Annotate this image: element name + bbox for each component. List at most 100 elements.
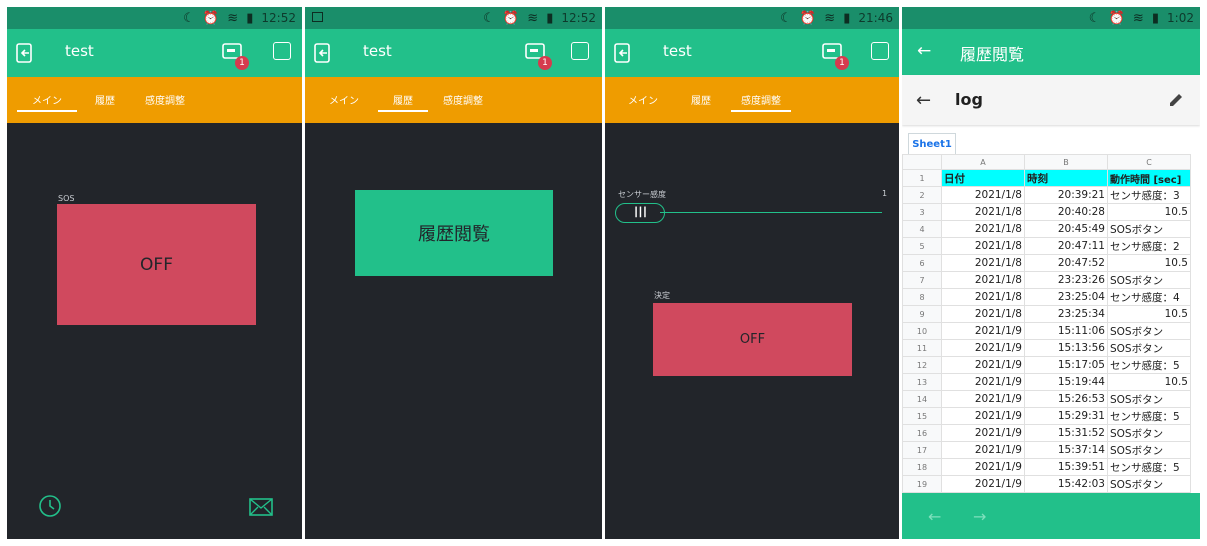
sheet-tab[interactable]: Sheet1 (908, 133, 956, 154)
table-cell[interactable]: 2021/1/8 (941, 305, 1025, 323)
column-header[interactable]: C (1107, 154, 1191, 170)
table-cell[interactable]: 2021/1/8 (941, 203, 1025, 221)
exit-icon[interactable] (16, 42, 34, 64)
table-cell[interactable]: 15:39:51 (1024, 458, 1108, 476)
back-arrow-icon[interactable]: ← (916, 90, 931, 111)
prev-arrow-icon[interactable]: ← (928, 507, 941, 526)
row-number: 11 (902, 339, 942, 357)
table-cell[interactable]: 2021/1/8 (941, 288, 1025, 306)
table-cell[interactable]: センサ感度：5 (1107, 458, 1191, 476)
table-cell[interactable]: SOSボタン (1107, 271, 1191, 289)
table-cell[interactable]: 2021/1/9 (941, 322, 1025, 340)
table-cell[interactable]: 20:45:49 (1024, 220, 1108, 238)
table-cell[interactable]: 2021/1/8 (941, 186, 1025, 204)
table-cell[interactable]: SOSボタン (1107, 441, 1191, 459)
table-cell[interactable]: 15:17:05 (1024, 356, 1108, 374)
table-cell[interactable]: 2021/1/9 (941, 407, 1025, 425)
app-bar: ← 履歴閲覧 (902, 29, 1200, 75)
table-cell[interactable]: 23:25:04 (1024, 288, 1108, 306)
next-arrow-icon[interactable]: → (973, 507, 986, 526)
table-row: 1 日付 時刻 動作時間 [sec] (902, 169, 1191, 187)
slider-track[interactable] (660, 212, 882, 213)
square-icon[interactable] (571, 42, 589, 60)
table-cell[interactable]: 20:47:11 (1024, 237, 1108, 255)
table-cell[interactable]: 15:19:44 (1024, 373, 1108, 391)
table-cell[interactable]: SOSボタン (1107, 322, 1191, 340)
table-cell[interactable]: 2021/1/9 (941, 441, 1025, 459)
table-cell[interactable]: SOSボタン (1107, 339, 1191, 357)
row-number: 13 (902, 373, 942, 391)
table-cell[interactable]: SOSボタン (1107, 424, 1191, 442)
tab-history[interactable]: 履歴 (691, 92, 711, 107)
column-header[interactable]: B (1024, 154, 1108, 170)
table-cell[interactable]: 20:40:28 (1024, 203, 1108, 221)
table-cell[interactable]: 2021/1/9 (941, 373, 1025, 391)
table-cell[interactable]: 2021/1/9 (941, 339, 1025, 357)
table-cell[interactable]: 15:31:52 (1024, 424, 1108, 442)
table-cell[interactable]: 2021/1/9 (941, 356, 1025, 374)
tab-main[interactable]: メイン (329, 92, 359, 107)
tab-history[interactable]: 履歴 (95, 92, 115, 107)
table-cell[interactable]: 20:47:52 (1024, 254, 1108, 272)
table-cell[interactable]: 2021/1/9 (941, 475, 1025, 493)
table-cell[interactable]: 23:25:34 (1024, 305, 1108, 323)
table-cell[interactable]: 15:13:56 (1024, 339, 1108, 357)
table-cell[interactable]: センサ感度：4 (1107, 288, 1191, 306)
table-cell[interactable]: 10.5 (1107, 305, 1191, 323)
row-number: 16 (902, 424, 942, 442)
table-header-cell[interactable]: 日付 (941, 169, 1025, 187)
table-cell[interactable]: 10.5 (1107, 203, 1191, 221)
table-cell[interactable]: 10.5 (1107, 373, 1191, 391)
table-row: 14 2021/1/9 15:26:53 SOSボタン (902, 390, 1191, 408)
clock-icon[interactable] (38, 494, 62, 518)
row-number: 2 (902, 186, 942, 204)
table-cell[interactable]: SOSボタン (1107, 475, 1191, 493)
table-cell[interactable]: 2021/1/8 (941, 237, 1025, 255)
table-cell[interactable]: 2021/1/8 (941, 271, 1025, 289)
table-header-cell[interactable]: 動作時間 [sec] (1107, 169, 1191, 187)
edit-pencil-icon[interactable] (1168, 92, 1184, 108)
table-cell[interactable]: 2021/1/9 (941, 458, 1025, 476)
table-cell[interactable]: 15:26:53 (1024, 390, 1108, 408)
row-number: 12 (902, 356, 942, 374)
exit-icon[interactable] (314, 42, 332, 64)
back-arrow-icon[interactable]: ← (917, 41, 931, 61)
table-cell[interactable]: センサ感度：2 (1107, 237, 1191, 255)
tab-history[interactable]: 履歴 (393, 92, 413, 107)
tab-sensitivity[interactable]: 感度調整 (741, 92, 781, 107)
table-cell[interactable]: 20:39:21 (1024, 186, 1108, 204)
exit-icon[interactable] (614, 42, 632, 64)
column-header[interactable]: A (941, 154, 1025, 170)
table-cell[interactable]: 2021/1/8 (941, 254, 1025, 272)
mail-icon[interactable] (249, 498, 273, 516)
history-view-button[interactable]: 履歴閲覧 (355, 190, 553, 276)
table-row: 18 2021/1/9 15:39:51 センサ感度：5 (902, 458, 1191, 476)
table-header-cell[interactable]: 時刻 (1024, 169, 1108, 187)
table-cell[interactable]: 2021/1/8 (941, 220, 1025, 238)
table-cell[interactable]: 15:42:03 (1024, 475, 1108, 493)
table-row: 8 2021/1/8 23:25:04 センサ感度：4 (902, 288, 1191, 306)
tab-sensitivity[interactable]: 感度調整 (145, 92, 185, 107)
table-cell[interactable]: センサ感度：3 (1107, 186, 1191, 204)
square-icon[interactable] (273, 42, 291, 60)
sos-button[interactable]: OFF (57, 204, 256, 325)
slider-thumb[interactable]: ┃┃┃ (615, 203, 665, 223)
table-cell[interactable]: SOSボタン (1107, 220, 1191, 238)
table-cell[interactable]: 15:11:06 (1024, 322, 1108, 340)
table-row: 12 2021/1/9 15:17:05 センサ感度：5 (902, 356, 1191, 374)
tab-sensitivity[interactable]: 感度調整 (443, 92, 483, 107)
table-cell[interactable]: 2021/1/9 (941, 390, 1025, 408)
table-cell[interactable]: 2021/1/9 (941, 424, 1025, 442)
table-cell[interactable]: 10.5 (1107, 254, 1191, 272)
table-cell[interactable]: 15:29:31 (1024, 407, 1108, 425)
confirm-button[interactable]: OFF (653, 303, 852, 376)
table-cell[interactable]: 15:37:14 (1024, 441, 1108, 459)
square-icon[interactable] (871, 42, 889, 60)
table-cell[interactable]: センサ感度：5 (1107, 356, 1191, 374)
table-cell[interactable]: センサ感度：5 (1107, 407, 1191, 425)
app-bar: test 1 (305, 29, 602, 77)
table-cell[interactable]: 23:23:26 (1024, 271, 1108, 289)
tab-main[interactable]: メイン (628, 92, 658, 107)
table-cell[interactable]: SOSボタン (1107, 390, 1191, 408)
tab-main[interactable]: メイン (32, 92, 62, 107)
